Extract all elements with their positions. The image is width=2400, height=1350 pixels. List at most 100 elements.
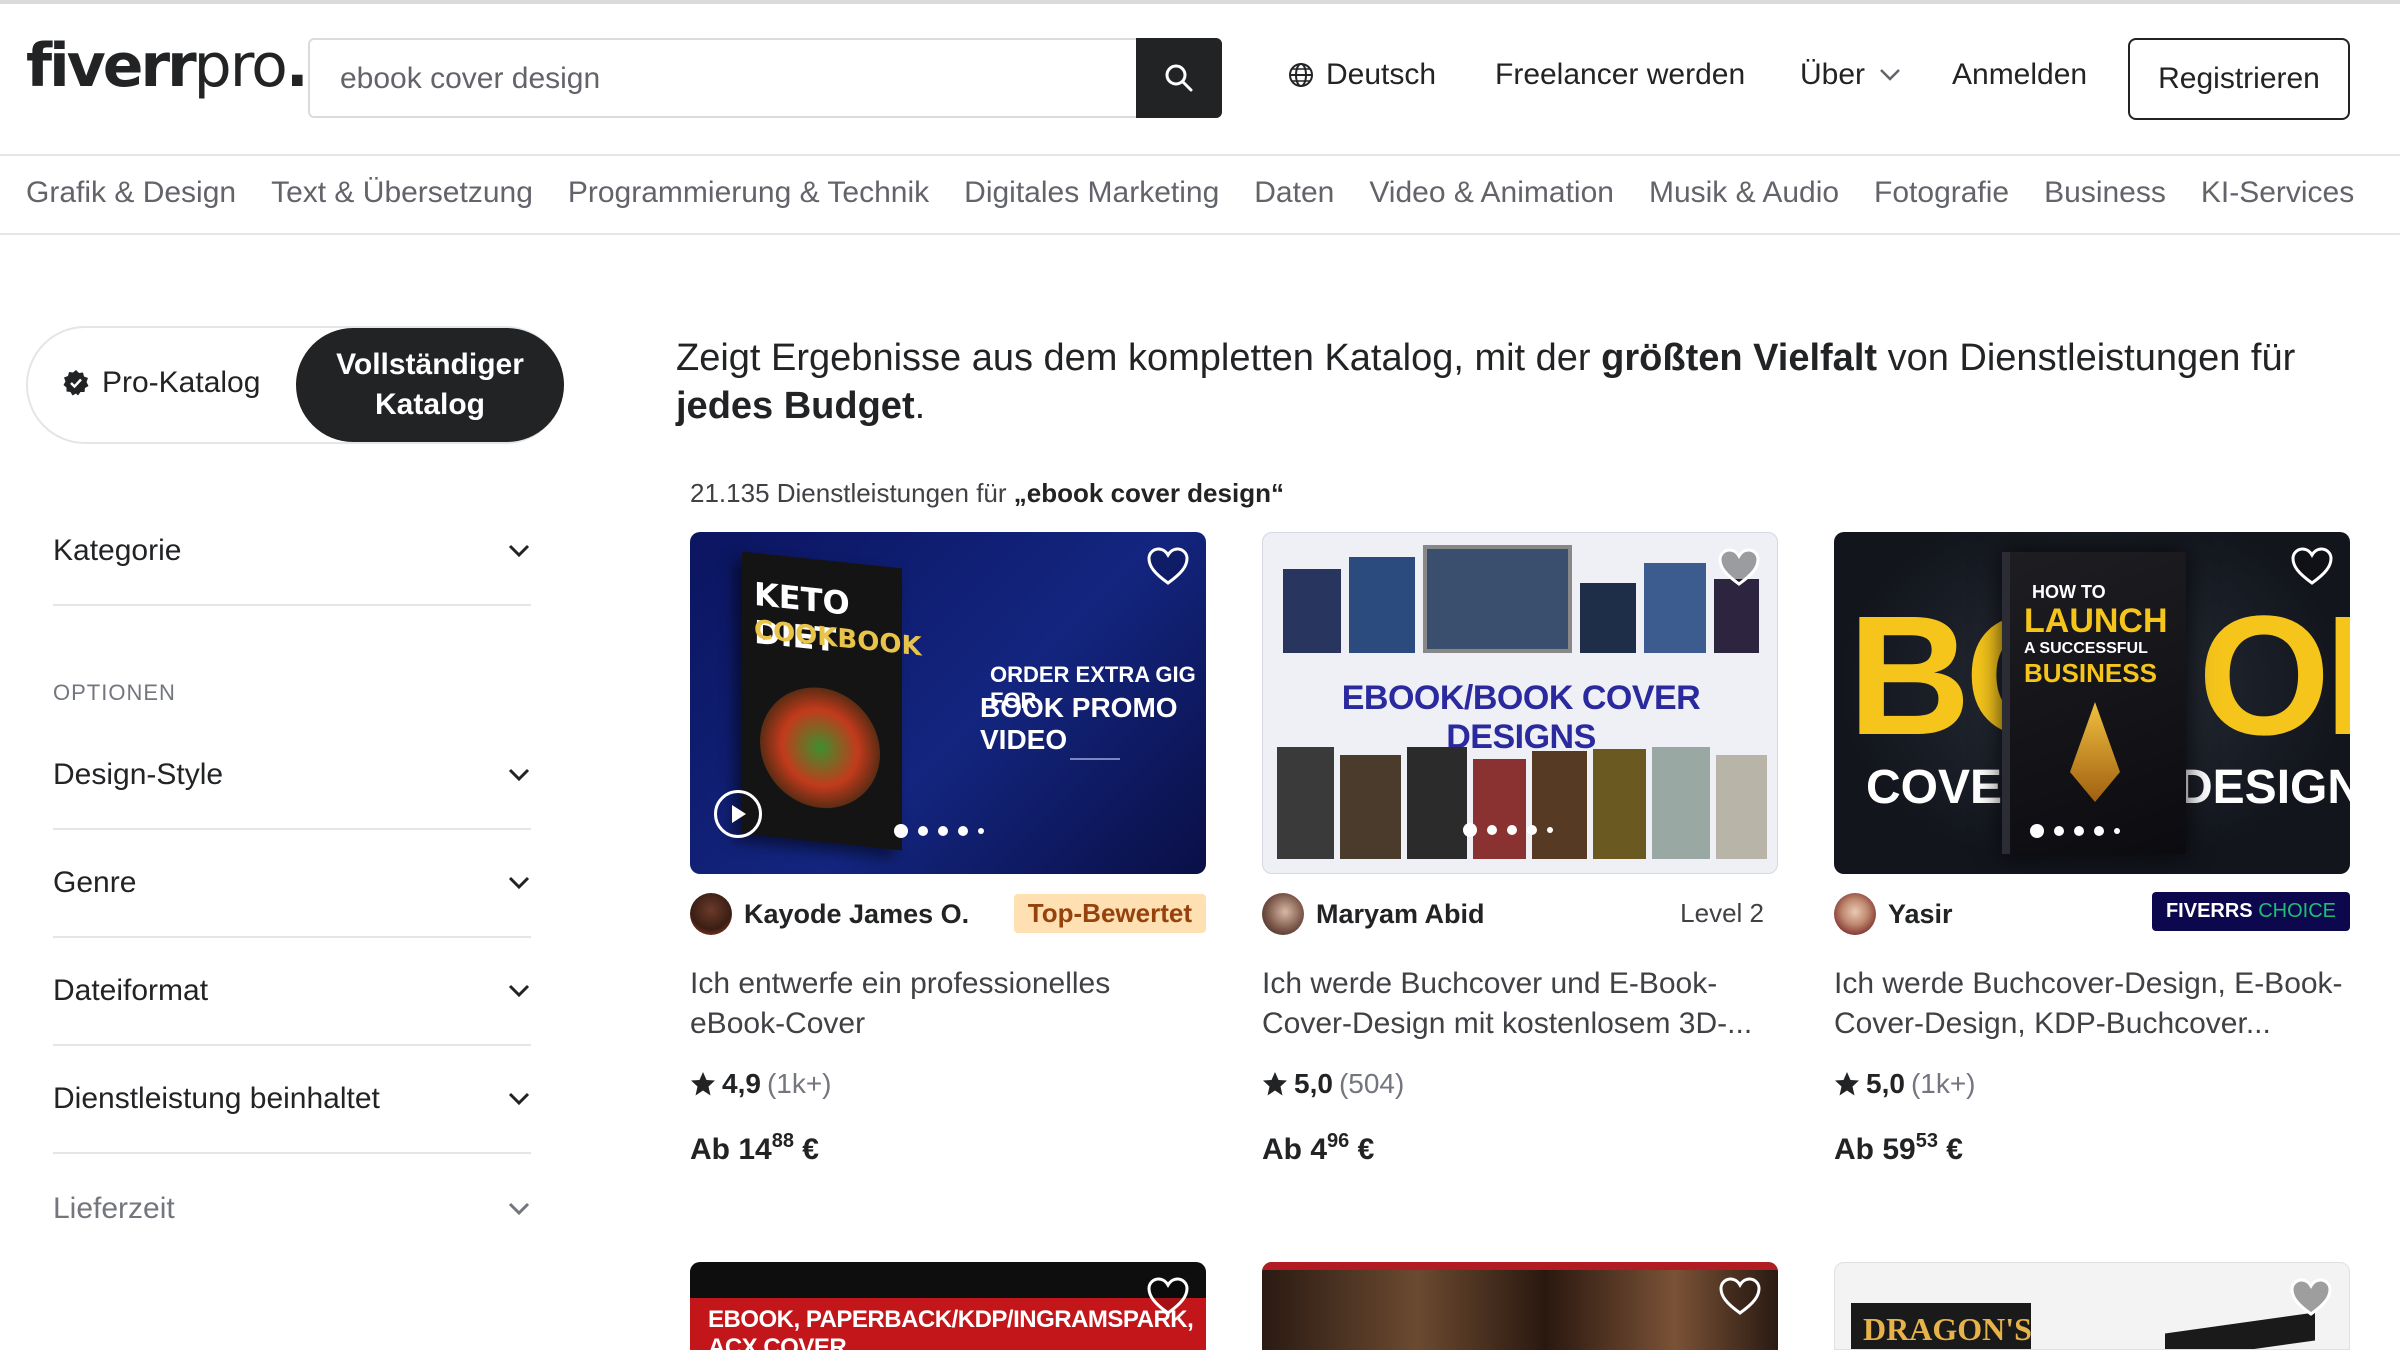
rating-value: 4,9 [722,1068,761,1099]
filter-file-format[interactable]: Dateiformat [53,938,531,1046]
header-divider [0,154,2400,156]
carousel-dots [2030,824,2120,838]
headline-text: . [914,385,926,427]
carousel-dot[interactable] [894,824,908,838]
seller-name[interactable]: Maryam Abid [1316,899,1485,930]
gig-title[interactable]: Ich werde Buchcover und E-Book-Cover-Des… [1262,964,1778,1044]
filter-delivery-time[interactable]: Lieferzeit [53,1155,531,1263]
price: Ab 5953 € [1834,1130,1963,1167]
rating-value: 5,0 [1866,1068,1905,1099]
category-link[interactable]: KI-Services [2201,176,2354,210]
heart-icon[interactable] [1718,1276,1762,1316]
full-catalog-line2: Katalog [374,388,485,421]
about-label: Über [1800,58,1866,91]
price-main: Ab 14 [690,1133,772,1166]
login-link[interactable]: Anmelden [1952,58,2087,92]
full-catalog-option[interactable]: Vollständiger Katalog [296,328,564,442]
filter-category[interactable]: Kategorie [53,498,531,606]
book-collage-bottom [1277,737,1767,859]
category-link[interactable]: Programmierung & Technik [568,176,929,210]
search-button[interactable] [1136,38,1222,118]
carousel-dot[interactable] [2114,828,2120,834]
avatar[interactable] [1262,893,1304,935]
heart-icon[interactable] [1146,546,1190,586]
review-count: (1k+) [1910,1068,1976,1099]
carousel-dot[interactable] [1487,825,1497,835]
gig-thumbnail[interactable]: EBOOK/BOOK COVER DESIGNS [1262,532,1778,874]
carousel-dot[interactable] [2054,826,2064,836]
logo-main: fiverr [26,31,197,101]
category-link[interactable]: Musik & Audio [1649,176,1839,210]
fiverr-pro-logo[interactable]: fiverrpro. [26,36,309,96]
filter-service-includes[interactable]: Dienstleistung beinhaltet [53,1046,531,1154]
thumb-text: A SUCCESSFUL [2024,640,2148,657]
category-link[interactable]: Digitales Marketing [964,176,1219,210]
badge-text: FIVERRS [2165,900,2253,922]
options-heading: OPTIONEN [53,680,176,705]
category-link[interactable]: Text & Übersetzung [271,176,533,210]
gig-card[interactable] [1262,1262,1778,1350]
thumb-text: OK [2198,581,2350,771]
gig-thumbnail[interactable]: KETO DIET COOKBOOK ORDER EXTRA GIG FOR B… [690,532,1206,874]
chevron-down-icon [508,1202,530,1216]
currency: € [1357,1133,1375,1166]
pro-catalog-option[interactable]: Pro-Katalog [62,366,260,400]
currency: € [802,1133,819,1166]
chevron-down-icon [508,544,530,558]
gig-card[interactable]: KETO DIET COOKBOOK ORDER EXTRA GIG FOR B… [690,532,1206,1166]
seller-name[interactable]: Yasir [1888,899,1953,930]
price-main: Ab 59 [1834,1133,1916,1166]
seller-row: Maryam Abid Level 2 [1262,890,1778,938]
carousel-dot[interactable] [958,826,968,836]
carousel-dot[interactable] [2074,826,2084,836]
fiverrs-choice-badge: FIVERRS CHOICE [2151,892,2350,931]
chevron-down-icon [508,1092,530,1106]
avatar[interactable] [1834,893,1876,935]
heart-icon[interactable] [1717,547,1761,587]
become-freelancer-link[interactable]: Freelancer werden [1495,58,1745,92]
heart-icon[interactable] [2289,1277,2333,1317]
gig-card[interactable]: BO OK COVER DESIGN HOW TO LAUNCH A SUCCE… [1834,532,2350,1166]
search-icon [1165,64,1193,92]
gig-card[interactable]: EBOOK/BOOK COVER DESIGNS Maryam Abid Lev… [1262,532,1778,1166]
language-selector[interactable]: Deutsch [1288,58,1436,92]
avatar[interactable] [690,893,732,935]
star-icon [691,1072,715,1096]
search-input[interactable] [338,40,1122,118]
about-dropdown[interactable]: Über [1800,58,1901,92]
category-link[interactable]: Video & Animation [1369,176,1614,210]
filter-label: Dateiformat [53,974,209,1007]
seller-name[interactable]: Kayode James O. [744,899,969,930]
thumb-text: LAUNCH [2024,602,2168,640]
filter-genre[interactable]: Genre [53,830,531,938]
category-link[interactable]: Daten [1254,176,1334,210]
gig-card[interactable]: DRAGON'S [1834,1262,2350,1350]
play-button[interactable] [714,790,762,838]
gig-title[interactable]: Ich entwerfe ein professionelles eBook-C… [690,964,1206,1044]
gig-thumbnail[interactable]: BO OK COVER DESIGN HOW TO LAUNCH A SUCCE… [1834,532,2350,874]
food-bowl-image [760,681,880,815]
logo-dot: . [285,31,309,101]
category-link[interactable]: Grafik & Design [26,176,236,210]
filter-label: Genre [53,866,137,899]
carousel-dot[interactable] [978,828,984,834]
heart-icon[interactable] [2290,546,2334,586]
filter-design-style[interactable]: Design-Style [53,722,531,830]
carousel-dot[interactable] [2094,826,2104,836]
gig-card[interactable]: EBOOK, PAPERBACK/KDP/INGRAMSPARK, ACX CO… [690,1262,1206,1350]
rating: 5,0 (1k+) [1834,1068,1976,1100]
top-divider [0,0,2400,4]
category-link[interactable]: Fotografie [1874,176,2009,210]
category-link[interactable]: Business [2044,176,2166,210]
carousel-dot[interactable] [938,826,948,836]
carousel-dot[interactable] [1547,827,1553,833]
gig-title[interactable]: Ich werde Buchcover-Design, E-Book-Cover… [1834,964,2350,1044]
carousel-dot[interactable] [1463,823,1477,837]
carousel-dot[interactable] [918,826,928,836]
heart-icon[interactable] [1146,1276,1190,1316]
carousel-dot[interactable] [1507,825,1517,835]
carousel-dot[interactable] [2030,824,2044,838]
language-label: Deutsch [1326,58,1437,91]
register-button[interactable]: Registrieren [2128,38,2350,120]
carousel-dot[interactable] [1527,825,1537,835]
